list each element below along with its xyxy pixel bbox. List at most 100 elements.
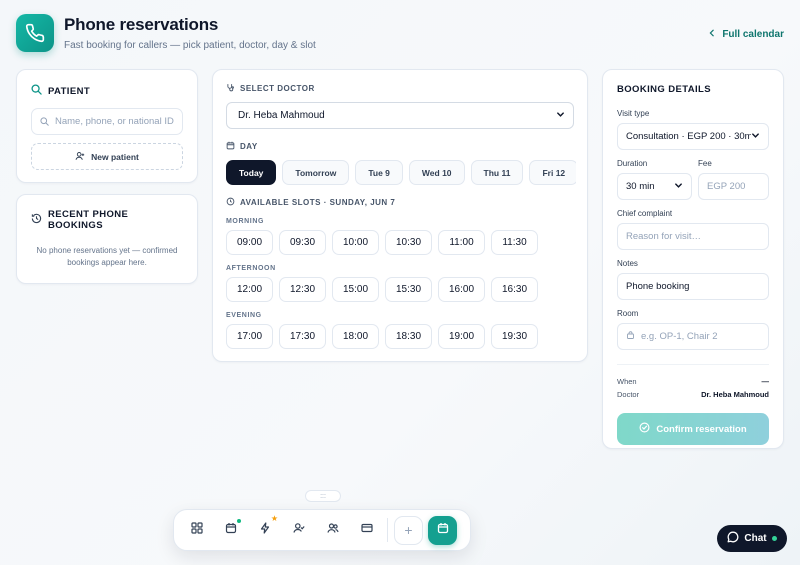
time-slot[interactable]: 15:30	[385, 277, 432, 302]
dock-add-button[interactable]: +	[394, 515, 423, 545]
chief-complaint-input[interactable]	[626, 231, 760, 242]
time-slot[interactable]: 17:30	[279, 324, 326, 349]
room-input[interactable]	[641, 331, 760, 342]
dock-dashboard-button[interactable]	[182, 516, 211, 545]
notification-dot	[237, 518, 241, 523]
dock-user-check-button[interactable]	[284, 516, 313, 545]
slot-group-morning: 09:00 09:30 10:00 10:30 11:00 11:30	[226, 230, 574, 255]
fee-label: Fee	[698, 159, 712, 168]
dock-billing-button[interactable]	[352, 516, 381, 545]
chevron-down-icon	[674, 181, 683, 193]
star-badge-icon: ★	[270, 513, 278, 523]
chevron-down-icon	[751, 131, 760, 143]
dock-calendar-button[interactable]	[216, 516, 245, 545]
day-pill-tomorrow[interactable]: Tomorrow	[282, 160, 350, 185]
bottom-dock: ★ +	[173, 509, 471, 551]
credit-card-icon	[360, 521, 373, 539]
room-field[interactable]	[617, 323, 769, 350]
time-slot[interactable]: 12:30	[279, 277, 326, 302]
history-icon	[31, 213, 42, 227]
time-slot[interactable]: 19:00	[438, 324, 485, 349]
patient-section-label: Patient	[31, 84, 183, 98]
patient-search-input[interactable]	[55, 116, 175, 127]
patient-search-box[interactable]	[31, 108, 183, 135]
search-icon	[31, 84, 42, 98]
booking-details-card: Booking details Visit type Consultation …	[602, 69, 784, 449]
booking-summary: When — Doctor Dr. Heba Mahmoud	[617, 364, 769, 399]
schedule-card: Select doctor Dr. Heba Mahmoud Day Today…	[212, 69, 588, 362]
fee-input[interactable]	[707, 181, 760, 192]
recent-section-label: Recent phone bookings	[31, 209, 183, 231]
page-title: Phone reservations	[64, 15, 219, 34]
dock-patients-button[interactable]	[318, 516, 347, 545]
visit-type-select[interactable]: Consultation · EGP 200 · 30m	[617, 123, 769, 150]
check-circle-icon	[639, 422, 650, 436]
confirm-reservation-button[interactable]: Confirm reservation	[617, 413, 769, 445]
users-icon	[326, 521, 339, 539]
day-pill-today[interactable]: Today	[226, 160, 277, 185]
time-slot[interactable]: 17:00	[226, 324, 273, 349]
recent-bookings-card: Recent phone bookings No phone reservati…	[16, 194, 198, 284]
grid-icon	[190, 521, 203, 539]
search-icon	[40, 113, 49, 131]
chat-bubble-icon	[727, 531, 739, 546]
time-slot[interactable]: 18:00	[332, 324, 379, 349]
duration-select[interactable]: 30 min	[617, 173, 692, 200]
select-doctor-label: Select doctor	[226, 83, 574, 94]
visit-type-label: Visit type	[617, 109, 650, 118]
notes-field[interactable]: Phone booking	[617, 273, 769, 300]
clock-icon	[226, 197, 235, 208]
doctor-select[interactable]: Dr. Heba Mahmoud	[226, 102, 574, 129]
duration-value: 30 min	[626, 181, 655, 192]
doctor-select-value: Dr. Heba Mahmoud	[238, 110, 325, 121]
calendar-icon	[226, 141, 235, 152]
time-slot[interactable]: 16:30	[491, 277, 538, 302]
day-pill-fri-12[interactable]: Fri 12	[529, 160, 576, 185]
available-slots-label: Available slots · Sunday, Jun 7	[226, 197, 574, 208]
time-slot[interactable]: 09:30	[279, 230, 326, 255]
dock-separator	[387, 518, 388, 542]
time-slot[interactable]: 11:30	[491, 230, 538, 255]
dock-quick-actions-button[interactable]: ★	[250, 513, 279, 545]
day-pill-wed-10[interactable]: Wed 10	[408, 160, 465, 185]
new-patient-button[interactable]: New patient	[31, 143, 183, 170]
recent-empty-message: No phone reservations yet — confirmed bo…	[36, 246, 178, 267]
time-slot[interactable]: 15:00	[332, 277, 379, 302]
time-slot[interactable]: 16:00	[438, 277, 485, 302]
door-icon	[626, 330, 635, 343]
day-pill-thu-11[interactable]: Thu 11	[470, 160, 524, 185]
dock-phone-reservations-button[interactable]	[428, 515, 457, 545]
dock-drag-handle[interactable]: :::	[305, 490, 341, 502]
chat-label: Chat	[744, 533, 767, 544]
day-pill-tue-9[interactable]: Tue 9	[355, 160, 403, 185]
phone-icon	[16, 14, 54, 52]
time-slot[interactable]: 12:00	[226, 277, 273, 302]
slot-group-evening-label: Evening	[226, 312, 262, 319]
duration-label: Duration	[617, 159, 648, 168]
calendar-icon	[225, 521, 237, 539]
chevron-left-icon	[708, 29, 716, 40]
slot-group-afternoon-label: Afternoon	[226, 265, 276, 272]
lightning-icon	[259, 521, 271, 539]
slot-group-morning-label: Morning	[226, 218, 265, 225]
summary-when-row: When —	[617, 377, 769, 386]
user-check-icon	[292, 521, 305, 539]
stethoscope-icon	[226, 83, 235, 94]
chief-complaint-label: Chief complaint	[617, 209, 673, 218]
time-slot[interactable]: 10:00	[332, 230, 379, 255]
time-slot[interactable]: 18:30	[385, 324, 432, 349]
time-slot[interactable]: 11:00	[438, 230, 485, 255]
booking-details-title: Booking details	[617, 84, 711, 95]
full-calendar-link[interactable]: Full calendar	[708, 29, 784, 40]
time-slot[interactable]: 09:00	[226, 230, 273, 255]
slot-group-evening: 17:00 17:30 18:00 18:30 19:00 19:30	[226, 324, 574, 349]
time-slot[interactable]: 19:30	[491, 324, 538, 349]
time-slot[interactable]: 10:30	[385, 230, 432, 255]
page-subtitle: Fast booking for callers — pick patient,…	[64, 40, 316, 51]
room-label: Room	[617, 309, 639, 318]
chat-button[interactable]: Chat	[717, 525, 787, 552]
chevron-down-icon	[556, 110, 565, 122]
fee-field[interactable]	[698, 173, 769, 200]
chief-complaint-field[interactable]	[617, 223, 769, 250]
online-status-dot	[771, 536, 777, 541]
